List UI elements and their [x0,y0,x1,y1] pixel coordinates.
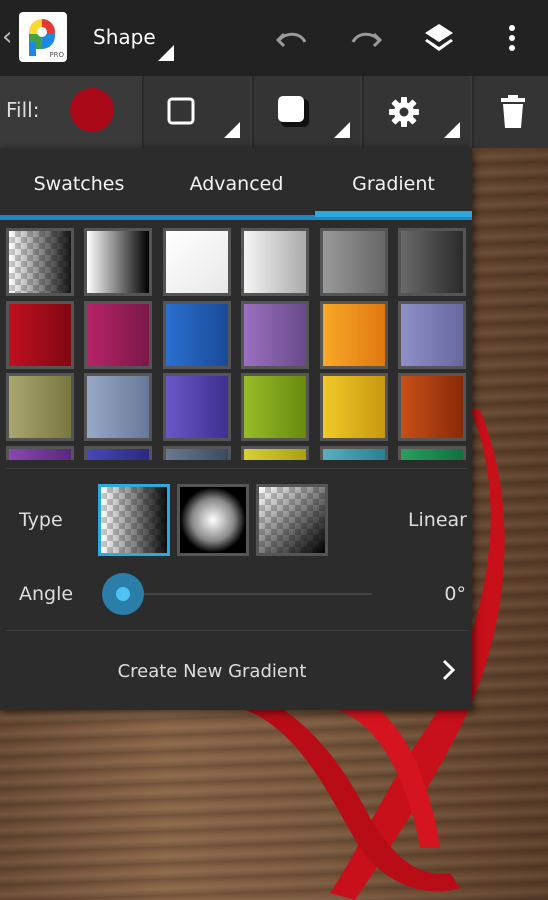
shape-settings-button[interactable] [362,76,470,148]
fill-popup-panel: Swatches Advanced Gradient Type Linear A… [0,148,472,710]
gradient-swatch[interactable] [398,373,466,441]
angle-slider-thumb[interactable] [102,573,144,615]
create-new-gradient-label: Create New Gradient [117,661,307,682]
gradient-swatch[interactable] [320,446,388,460]
gradient-swatch[interactable] [241,373,309,441]
tab-swatches[interactable]: Swatches [0,148,158,220]
tab-bar: Swatches Advanced Gradient [0,148,472,220]
gradient-swatch[interactable] [241,301,309,369]
gradient-swatch[interactable] [84,228,152,296]
gradient-swatch[interactable] [241,446,309,460]
type-label: Type [19,509,63,531]
gradient-swatch[interactable] [398,301,466,369]
gradient-swatch[interactable] [163,301,231,369]
tab-gradient[interactable]: Gradient [315,148,472,220]
gradient-swatch[interactable] [84,373,152,441]
gradient-type-radial-button[interactable] [177,484,249,556]
gradient-swatch[interactable] [163,446,231,460]
angle-value: 0° [444,583,466,605]
app-logo[interactable]: PRO [19,12,67,62]
gradient-swatch[interactable] [398,446,466,460]
app-bar: ‹ PRO Shape [0,0,548,76]
chevron-right-icon [442,659,456,681]
create-new-gradient-button[interactable]: Create New Gradient [0,632,472,710]
divider [6,468,468,469]
tab-advanced[interactable]: Advanced [158,148,315,220]
divider [6,630,468,631]
angle-slider-track[interactable] [122,593,372,595]
gradient-swatch[interactable] [320,228,388,296]
fill-color-swatch[interactable] [70,88,114,132]
gradient-swatch[interactable] [398,228,466,296]
shape-shadow-button[interactable] [252,76,360,148]
gradient-type-linear-button[interactable] [98,484,170,556]
gradient-swatch[interactable] [84,446,152,460]
gradient-swatch[interactable] [84,301,152,369]
mode-title[interactable]: Shape [93,25,156,49]
angle-label: Angle [19,583,74,605]
square-outline-icon [167,97,195,125]
fill-label: Fill: [6,98,40,122]
tab-selected-indicator [315,211,472,217]
gradient-swatch[interactable] [163,373,231,441]
gradient-swatch[interactable] [320,373,388,441]
overflow-menu-icon[interactable] [494,20,530,56]
gradient-swatch[interactable] [6,228,74,296]
type-value: Linear [407,509,467,531]
logo-badge: PRO [49,51,64,59]
layers-icon[interactable] [421,20,457,56]
gradient-swatch[interactable] [6,301,74,369]
redo-icon[interactable] [348,20,384,56]
square-shadow-icon [278,96,309,127]
mode-dropdown-indicator-icon[interactable] [158,45,174,61]
delete-button[interactable] [472,76,548,148]
gear-icon [389,97,419,127]
shape-outline-button[interactable] [142,76,250,148]
gradient-type-sweep-button[interactable] [256,484,328,556]
gradient-swatch[interactable] [6,446,74,460]
back-chevron-icon[interactable]: ‹ [2,22,12,52]
gradient-swatch[interactable] [241,228,309,296]
gradient-swatch[interactable] [6,373,74,441]
undo-icon[interactable] [274,20,310,56]
gradient-swatch-grid [0,220,472,460]
gradient-swatch[interactable] [320,301,388,369]
trash-icon [501,95,525,128]
gradient-swatch[interactable] [163,228,231,296]
